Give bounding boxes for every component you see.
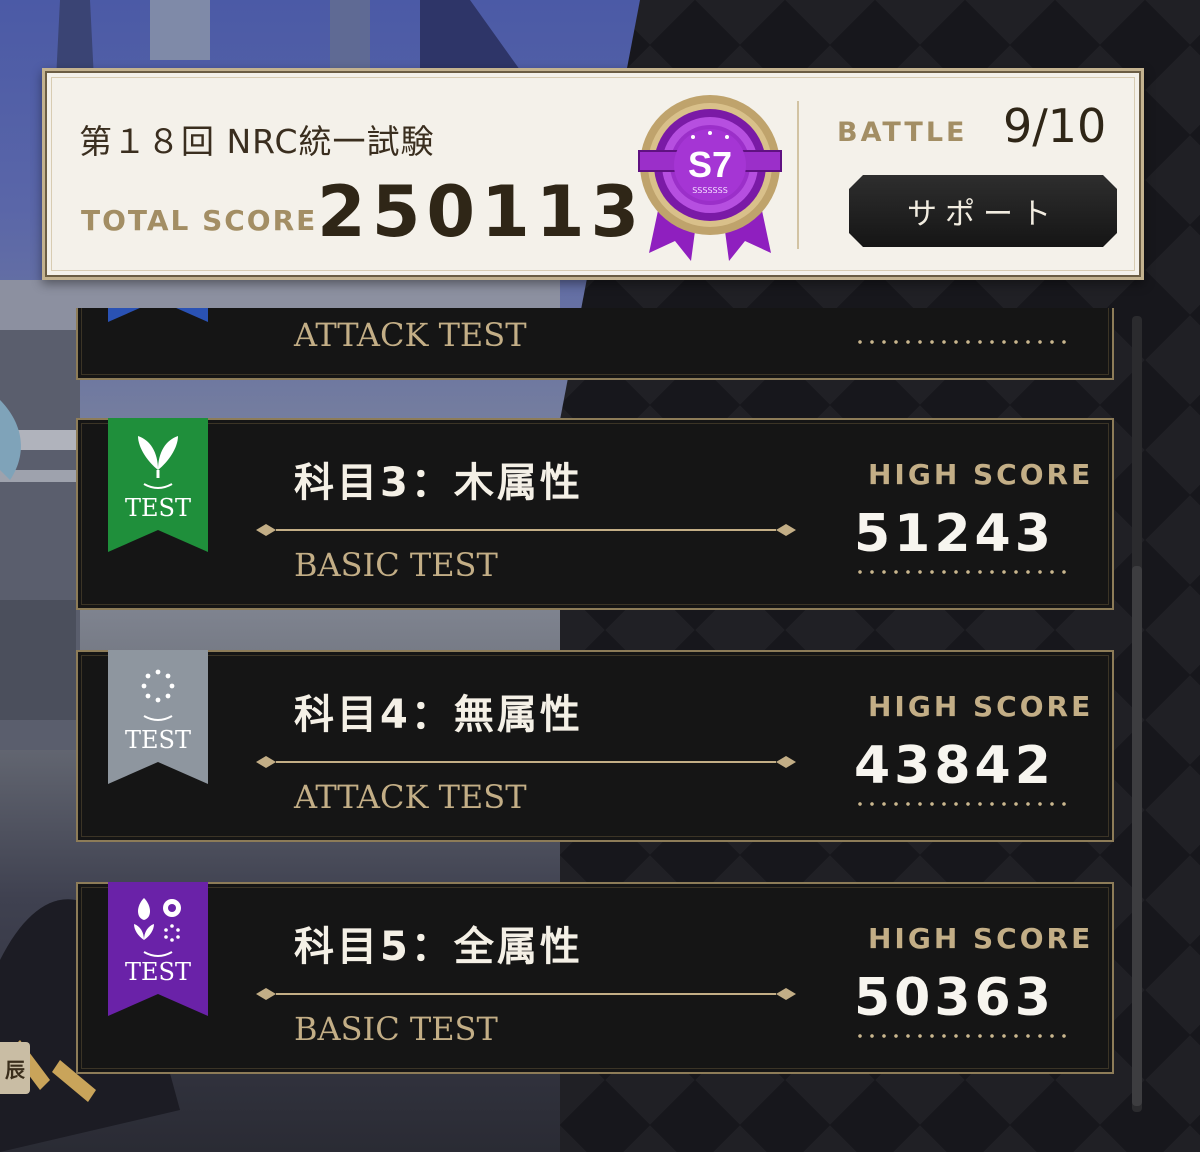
ribbon-text: TEST (125, 494, 191, 522)
ribbon-text: TEST (125, 726, 191, 754)
subject-name: 科目4：無属性 (294, 692, 583, 738)
score-dots-divider (854, 802, 1070, 806)
high-score-value: 43842 (854, 736, 1055, 796)
subject-list[interactable]: ATTACK TEST 43845 TEST 科目3：木属性 BASIC TES… (76, 308, 1116, 1098)
partial-ribbon-icon (108, 308, 208, 322)
rank-sub-label: SSSSSSS (692, 186, 728, 195)
high-score-value: 50363 (854, 968, 1055, 1028)
ornamental-rule (256, 756, 796, 768)
high-score-value: 51243 (854, 504, 1055, 564)
battle-label: BATTLE (837, 117, 968, 148)
ornamental-rule (256, 988, 796, 1000)
rank-label: S7 (688, 144, 732, 185)
subject-name: 科目5：全属性 (294, 924, 583, 970)
high-score-label: HIGH SCORE (868, 922, 1094, 955)
score-dots-divider (854, 1034, 1070, 1038)
leaf-icon: TEST (108, 418, 208, 552)
battle-progress: 9/10 (1003, 99, 1107, 153)
total-score-value: 250113 (317, 171, 646, 253)
total-score-label: TOTAL SCORE (81, 204, 318, 237)
high-score-value-clipped: 43845 (854, 308, 1054, 312)
high-score-label: HIGH SCORE (868, 690, 1094, 723)
header-divider (797, 101, 799, 249)
exam-header-panel: 第１８回 NRC統一試験 TOTAL SCORE 250113 S7 SSSSS… (42, 68, 1144, 280)
score-dots-divider (854, 340, 1070, 344)
ribbon-text: TEST (125, 958, 191, 986)
subject-card[interactable]: TEST 科目5：全属性 BASIC TEST HIGH SCORE 50363 (76, 882, 1114, 1074)
test-type-label: ATTACK TEST (294, 778, 527, 816)
side-tag[interactable]: 辰 (0, 1042, 30, 1094)
score-dots-divider (854, 570, 1070, 574)
test-type-label: BASIC TEST (294, 546, 498, 584)
subject-name: 科目3：木属性 (294, 460, 583, 506)
scrollbar-thumb[interactable] (1132, 566, 1142, 1106)
test-type-label: BASIC TEST (294, 1010, 498, 1048)
rank-medal-icon: S7 SSSSSSS (638, 95, 782, 261)
support-button[interactable]: サポート (849, 175, 1117, 247)
high-score-label: HIGH SCORE (868, 458, 1094, 491)
ornamental-rule (256, 524, 796, 536)
test-type-label: ATTACK TEST (294, 316, 527, 354)
subject-card[interactable]: TEST 科目4：無属性 ATTACK TEST HIGH SCORE 4384… (76, 650, 1114, 842)
subject-card[interactable]: ATTACK TEST 43845 (76, 308, 1114, 380)
all-elements-icon: TEST (108, 882, 208, 1016)
dotted-circle-icon: TEST (108, 650, 208, 784)
exam-title: 第１８回 NRC統一試験 (79, 122, 435, 161)
subject-card[interactable]: TEST 科目3：木属性 BASIC TEST HIGH SCORE 51243 (76, 418, 1114, 610)
list-scrollbar[interactable] (1132, 316, 1142, 1112)
